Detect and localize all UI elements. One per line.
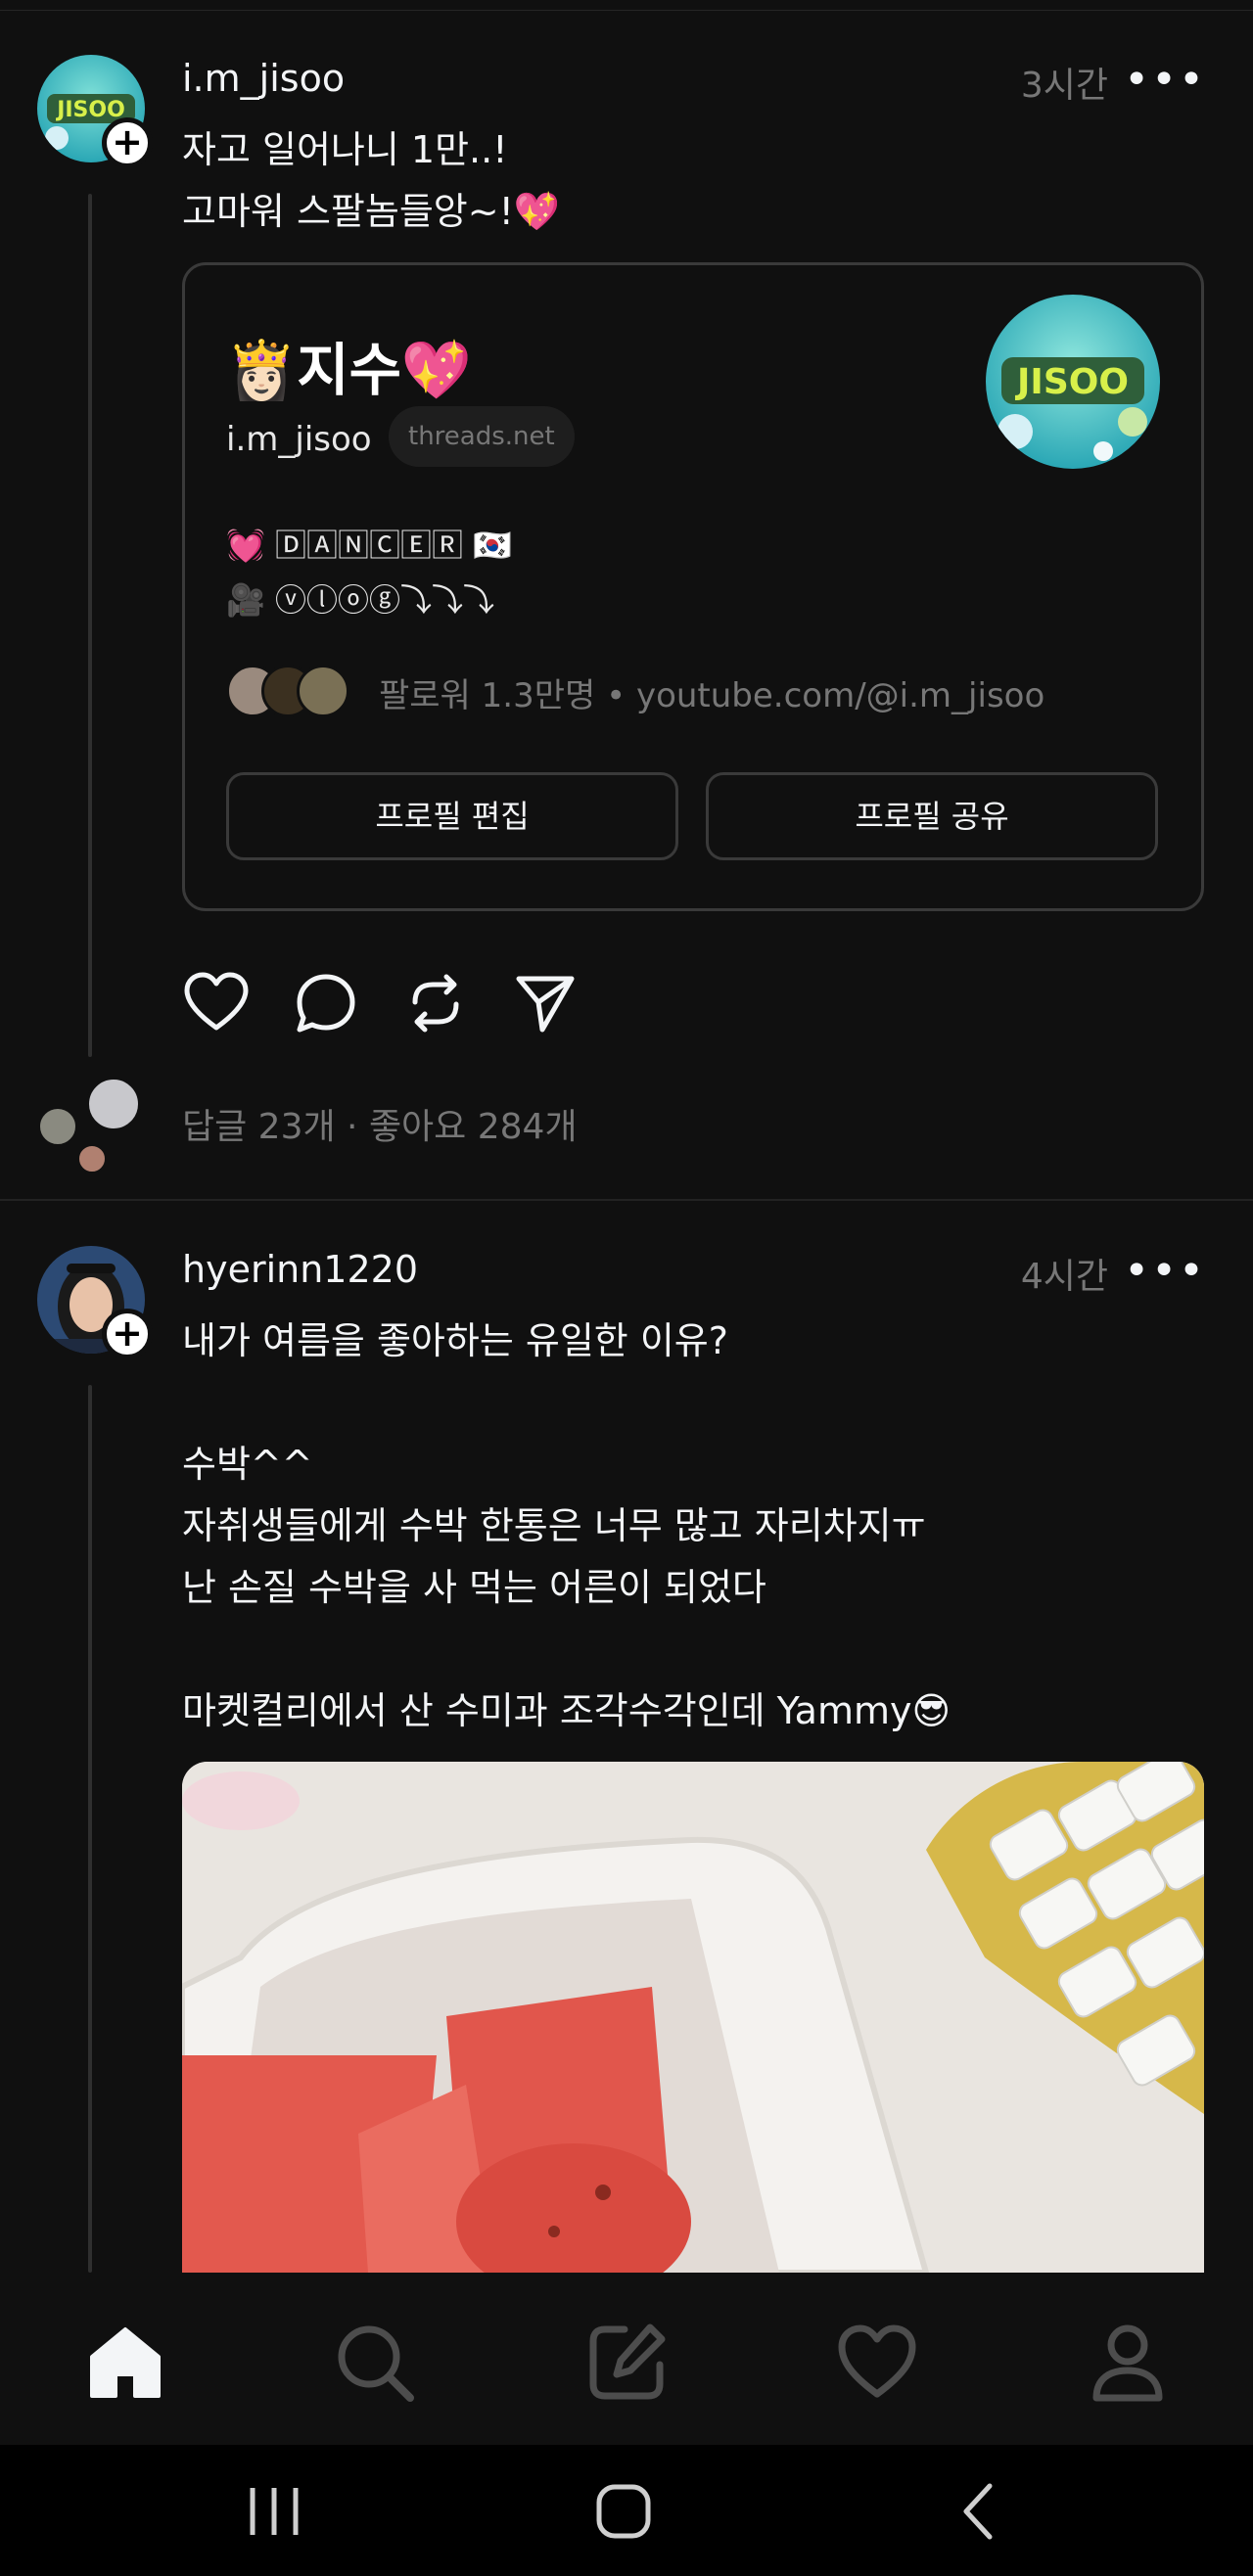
avatar-jisoo[interactable]: JISOO + xyxy=(37,55,153,168)
post-text: 자고 일어나니 1만..! 고마워 스팔놈들앙~!💖 xyxy=(182,128,561,233)
follow-plus-button[interactable]: + xyxy=(102,117,153,168)
username[interactable]: hyerinn1220 xyxy=(182,1248,418,1291)
thread-line xyxy=(88,194,92,1057)
share-icon[interactable] xyxy=(511,969,580,1037)
home-button-icon[interactable] xyxy=(592,2480,655,2543)
svg-text:JISOO: JISOO xyxy=(1014,362,1129,402)
reply-avatars xyxy=(37,1077,155,1184)
card-bio: 💓 🄳🄰🄽🄲🄴🅁 🇰🇷 🎥 ⓥⓛⓞⓖ⤵︎⤵︎⤵︎ xyxy=(226,527,513,619)
reply-avatar xyxy=(86,1077,141,1131)
bottom-tab-bar xyxy=(0,2273,1253,2445)
compose-icon[interactable] xyxy=(585,2322,668,2404)
back-icon[interactable] xyxy=(954,2480,1003,2543)
card-handle: i.m_jisoo xyxy=(226,420,372,459)
search-icon[interactable] xyxy=(334,2322,416,2404)
home-icon[interactable] xyxy=(84,2322,166,2404)
post-jisoo: JISOO + i.m_jisoo 3시간 ••• 자고 일어나니 1만..! … xyxy=(0,0,1253,1199)
card-meta[interactable]: 팔로워 1.3만명 • youtube.com/@i.m_jisoo xyxy=(379,668,1044,716)
follower-avatars xyxy=(226,665,353,719)
post-text: 내가 여름을 좋아하는 유일한 이유? 수박^^ 자취생들에게 수박 한통은 너… xyxy=(182,1319,951,1732)
share-profile-button[interactable]: 프로필 공유 xyxy=(706,772,1158,860)
recents-icon[interactable] xyxy=(245,2480,303,2543)
reply-avatar xyxy=(37,1106,78,1147)
avatar-hyerinn[interactable]: + xyxy=(37,1246,153,1359)
thread-line xyxy=(88,1385,92,2273)
domain-pill: threads.net xyxy=(389,406,575,467)
post-stats[interactable]: 답글 23개 · 좋아요 284개 xyxy=(182,1098,578,1149)
post-time: 4시간 xyxy=(1020,1257,1108,1297)
svg-text:JISOO: JISOO xyxy=(55,98,125,122)
follower-avatar xyxy=(297,665,349,717)
username[interactable]: i.m_jisoo xyxy=(182,57,345,100)
heart-icon[interactable] xyxy=(182,969,251,1037)
activity-heart-icon[interactable] xyxy=(836,2322,918,2404)
more-options-button[interactable]: ••• xyxy=(1124,55,1206,105)
post-photo[interactable] xyxy=(182,1762,1204,2273)
comment-icon[interactable] xyxy=(292,969,360,1037)
profile-icon[interactable] xyxy=(1087,2322,1169,2404)
profile-card[interactable]: 👸🏻지수💖 i.m_jisoo threads.net JISOO 💓 🄳🄰� xyxy=(182,262,1204,911)
repost-icon[interactable] xyxy=(401,969,470,1037)
post-time: 3시간 xyxy=(1020,66,1108,106)
card-display-name: 👸🏻지수💖 xyxy=(226,337,473,403)
card-avatar: JISOO xyxy=(986,295,1160,469)
more-options-button[interactable]: ••• xyxy=(1124,1246,1206,1296)
follow-plus-button[interactable]: + xyxy=(102,1309,153,1359)
edit-profile-button[interactable]: 프로필 편집 xyxy=(226,772,678,860)
reply-avatar xyxy=(76,1143,108,1174)
system-nav-bar xyxy=(0,2445,1253,2576)
